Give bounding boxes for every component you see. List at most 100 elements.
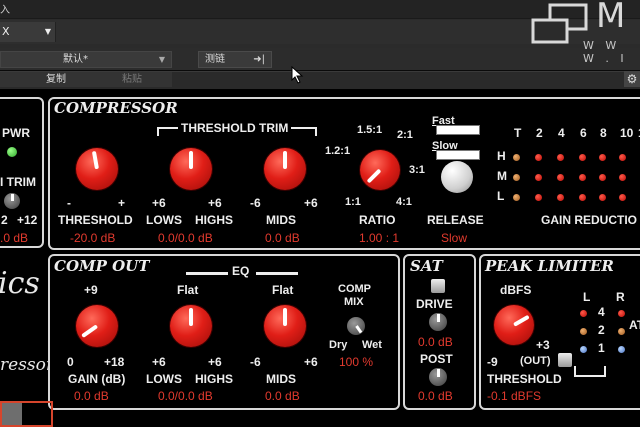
- brand-script: ics: [0, 266, 40, 301]
- release-slow-switch[interactable]: [436, 150, 480, 160]
- eq-lows-label: LOWS: [146, 372, 182, 386]
- gr-led: [599, 174, 606, 181]
- limiter-threshold-value: -0.1 dBFS: [487, 389, 542, 403]
- eq-line-right: [256, 272, 298, 275]
- gr-led: [599, 154, 606, 161]
- eq-lows-highs-knob[interactable]: [170, 305, 212, 347]
- plugin-tab[interactable]: X ▼: [0, 22, 56, 42]
- ratio-mark-1: 1:1: [345, 196, 361, 208]
- sat-enable-button[interactable]: [431, 279, 445, 293]
- eq-mids-knob[interactable]: [264, 305, 306, 347]
- limiter-min: -9: [487, 355, 498, 369]
- limiter-plus3: +3: [536, 338, 550, 352]
- threshold-mids-knob[interactable]: [264, 148, 306, 190]
- drive-value: 0.0 dB: [418, 335, 453, 349]
- eq-mids-max: +6: [304, 355, 318, 369]
- comp-mix-value: 100 %: [339, 355, 374, 369]
- preset-name: 默认*: [63, 54, 88, 65]
- gain-max: +9: [84, 283, 98, 297]
- gain-end: +18: [104, 355, 125, 369]
- comp-mix-label-b: MIX: [344, 296, 364, 308]
- highs-label: HIGHS: [195, 213, 234, 227]
- highs-scale: +6: [208, 196, 222, 210]
- comp-mix-knob[interactable]: [347, 317, 365, 335]
- threshold-lows-highs-knob[interactable]: [170, 148, 212, 190]
- limiter-meter-bracket: [574, 366, 606, 377]
- gr-led: [513, 174, 520, 181]
- lows-highs-value: 0.0/0.0 dB: [158, 231, 213, 245]
- gr-column-label: 2: [536, 126, 543, 140]
- drive-knob[interactable]: [429, 313, 447, 331]
- lows-scale: +6: [152, 196, 166, 210]
- ratio-knob[interactable]: [360, 150, 400, 190]
- paste-button[interactable]: 粘贴: [122, 72, 142, 87]
- limiter-led-l1: [580, 346, 587, 353]
- gr-column-label: 6: [580, 126, 587, 140]
- limiter-out-button[interactable]: [558, 353, 572, 367]
- highlight-box: [0, 401, 53, 427]
- sat-title: SAT: [410, 257, 443, 275]
- gr-led: [557, 174, 564, 181]
- release-fast-switch[interactable]: [436, 125, 480, 135]
- gr-led: [579, 154, 586, 161]
- gain-min: 0: [67, 355, 74, 369]
- eq-lows-highs-value: 0.0/0.0 dB: [158, 389, 213, 403]
- eq-highs-label: HIGHS: [195, 372, 234, 386]
- preset-select[interactable]: 默认* ▼: [0, 51, 172, 68]
- gr-led: [513, 154, 520, 161]
- gr-led: [535, 154, 542, 161]
- input-trim-label: I TRIM: [0, 175, 36, 189]
- gear-icon[interactable]: ⚙: [624, 71, 640, 87]
- eq-label: EQ: [232, 264, 250, 278]
- threshold-value: -20.0 dB: [70, 231, 116, 245]
- release-label: RELEASE: [427, 213, 484, 227]
- lows-label: LOWS: [146, 213, 182, 227]
- gr-column-label: 4: [558, 126, 565, 140]
- gr-led: [535, 194, 542, 201]
- gr-led: [599, 194, 606, 201]
- ratio-label: RATIO: [359, 213, 396, 227]
- plugin-tab-label: X: [2, 25, 10, 38]
- power-led[interactable]: [7, 147, 17, 157]
- ratio-mark-1-5: 1.5:1: [357, 124, 383, 136]
- gain-value: 0.0 dB: [74, 389, 109, 403]
- copy-button[interactable]: 复制: [46, 72, 66, 87]
- gr-led: [619, 194, 626, 201]
- threshold-label: THRESHOLD: [58, 213, 133, 227]
- limiter-dbfs-label: dBFS: [500, 283, 532, 297]
- gr-led: [579, 194, 586, 201]
- mids-value: 0.0 dB: [265, 231, 300, 245]
- comp-mix-wet: Wet: [362, 339, 382, 351]
- limiter-led-r2: [618, 328, 625, 335]
- eq-mids-label: MIDS: [266, 372, 296, 386]
- compressor-title: COMPRESSOR: [54, 99, 178, 117]
- copy-paste-group: 复制 粘贴: [0, 72, 172, 87]
- gr-row-label: H: [497, 149, 506, 163]
- gain-knob[interactable]: [76, 305, 118, 347]
- threshold-knob[interactable]: [76, 148, 118, 190]
- watermark-logo: M: [596, 0, 626, 36]
- ratio-value: 1.00 : 1: [359, 231, 400, 245]
- chevron-down-icon: ▼: [44, 27, 51, 36]
- release-button[interactable]: [441, 161, 473, 193]
- limiter-threshold-knob[interactable]: [494, 305, 534, 345]
- sat-panel: [403, 254, 476, 410]
- chevron-down-icon: ▼: [158, 55, 165, 64]
- input-trim-min: 2: [1, 213, 8, 227]
- post-knob[interactable]: [429, 368, 447, 386]
- threshold-min: -: [67, 196, 71, 210]
- ratio-mark-3: 3:1: [409, 164, 425, 176]
- brand-script-sub: ressor: [0, 355, 54, 375]
- compare-button[interactable]: 测链 ➜|: [198, 51, 272, 68]
- gr-row-label: L: [497, 189, 505, 203]
- input-trim-knob[interactable]: [4, 193, 20, 209]
- limiter-meter-1: 1: [598, 341, 605, 355]
- ratio-mark-4: 4:1: [396, 196, 412, 208]
- limiter-out-label: (OUT): [520, 355, 551, 367]
- mouse-cursor-icon: [291, 66, 304, 84]
- compare-label: 测链: [205, 54, 225, 65]
- arrow-to-bar-icon: ➜|: [253, 54, 265, 65]
- gr-column-label: 8: [600, 126, 607, 140]
- limiter-threshold-label: THRESHOLD: [487, 372, 562, 386]
- gain-reduction-label: GAIN REDUCTIO: [541, 213, 637, 227]
